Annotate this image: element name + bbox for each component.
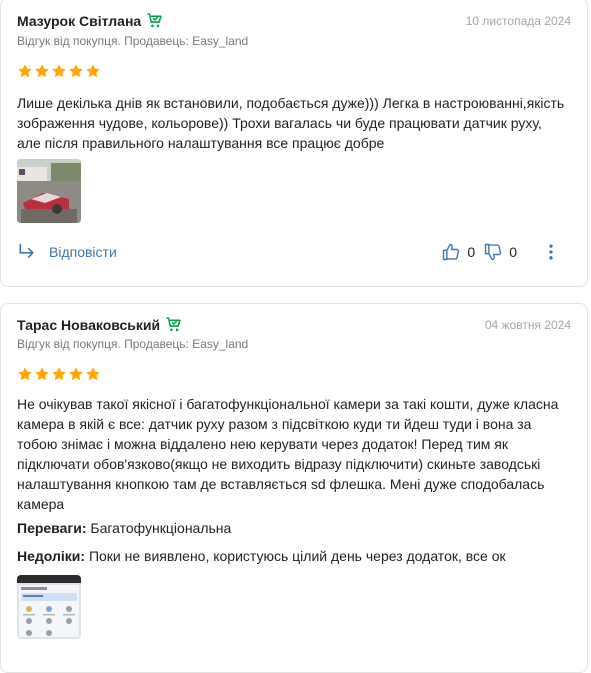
dislike-count: 0 bbox=[509, 244, 517, 260]
review-cons: Недоліки: Поки не виявлено, користуюсь ц… bbox=[17, 546, 506, 566]
author-name[interactable]: Мазурок Світлана bbox=[17, 13, 141, 29]
rating-stars bbox=[17, 366, 101, 382]
review-meta: Відгук від покупця. Продавець: Easy_land bbox=[17, 337, 249, 351]
dislike-button[interactable]: 0 bbox=[483, 242, 517, 262]
review-photo-thumbnail[interactable] bbox=[17, 159, 81, 223]
review-card: Тарас Новаковський 04 жовтня 2024 Відгук… bbox=[0, 303, 588, 673]
photo-image bbox=[17, 159, 81, 223]
star-icon bbox=[34, 366, 50, 382]
thumbs-up-icon bbox=[443, 243, 460, 261]
star-icon bbox=[51, 63, 67, 79]
cons-label: Недоліки: bbox=[17, 548, 86, 564]
star-icon bbox=[68, 63, 84, 79]
pros-text: Багатофункціональна bbox=[90, 520, 232, 536]
author-name[interactable]: Тарас Новаковський bbox=[17, 317, 160, 333]
like-count: 0 bbox=[467, 244, 476, 260]
reply-label: Відповісти bbox=[49, 244, 117, 260]
pros-label: Переваги: bbox=[17, 520, 87, 536]
review-card: Мазурок Світлана 10 листопада 2024 Відгу… bbox=[0, 0, 588, 287]
star-icon bbox=[17, 63, 33, 79]
verified-buyer-icon bbox=[165, 316, 182, 333]
star-icon bbox=[34, 63, 50, 79]
more-options-icon[interactable] bbox=[541, 242, 561, 262]
review-photo-thumbnail[interactable] bbox=[17, 575, 81, 639]
review-pros: Переваги: Багатофункціональна bbox=[17, 518, 231, 538]
star-icon bbox=[85, 366, 101, 382]
star-icon bbox=[17, 366, 33, 382]
reply-arrow-icon bbox=[19, 243, 34, 258]
star-icon bbox=[68, 366, 84, 382]
like-button[interactable]: 0 bbox=[441, 242, 475, 262]
review-author: Мазурок Світлана bbox=[17, 12, 163, 29]
star-icon bbox=[85, 63, 101, 79]
cons-text: Поки не виявлено, користуюсь цілий день … bbox=[88, 548, 506, 564]
review-author: Тарас Новаковський bbox=[17, 316, 182, 333]
verified-buyer-icon bbox=[146, 12, 163, 29]
review-date: 04 жовтня 2024 bbox=[484, 318, 571, 332]
review-meta: Відгук від покупця. Продавець: Easy_land bbox=[17, 34, 249, 48]
review-date: 10 листопада 2024 bbox=[465, 14, 571, 28]
review-text: Не очікував такої якісної і багатофункці… bbox=[17, 396, 559, 512]
star-icon bbox=[51, 366, 67, 382]
vote-controls: 0 0 bbox=[441, 242, 561, 262]
thumbs-down-icon bbox=[484, 243, 502, 261]
reply-button[interactable]: Відповісти bbox=[17, 242, 117, 262]
review-text: Лише декілька днів як встановили, подоба… bbox=[17, 95, 565, 151]
photo-image bbox=[17, 575, 81, 639]
rating-stars bbox=[17, 63, 101, 79]
